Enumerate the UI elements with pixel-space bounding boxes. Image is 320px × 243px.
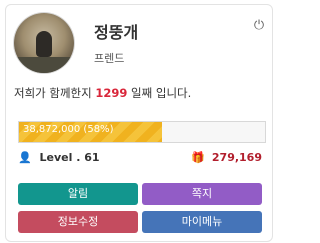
note-button[interactable]: 쪽지 [142,183,262,205]
edit-info-button[interactable]: 정보수정 [18,211,138,233]
experience-progress-bar: 38,872,000 (58%) [18,121,266,143]
member-points[interactable]: 🎁 279,169 [191,151,262,164]
avatar-figure [36,31,52,57]
gift-icon: 🎁 [191,151,206,164]
membership-days-text: 저희가 함께한지 1299 일째 입니다. [14,85,191,101]
alarm-button[interactable]: 알림 [18,183,138,205]
avatar[interactable] [14,13,74,73]
member-name: 정뚱개 [94,23,139,42]
member-card: 정뚱개 프렌드 ⏻ 저희가 함께한지 1299 일째 입니다. 38,872,0… [5,4,273,242]
my-menu-button[interactable]: 마이메뉴 [142,211,262,233]
user-icon: 👤 [18,151,32,164]
member-level: 👤 Level . 61 [18,151,100,164]
logout-power-icon[interactable]: ⏻ [252,19,266,33]
member-level-label: 프렌드 [94,52,125,65]
avatar-ground [14,57,74,73]
days-count: 1299 [95,86,128,100]
points-value: 279,169 [211,151,262,164]
days-suffix: 일째 입니다. [131,86,192,100]
experience-progress-label: 38,872,000 (58%) [23,124,114,135]
member-level-text: Level . 61 [39,151,100,164]
days-prefix: 저희가 함께한지 [14,86,92,100]
